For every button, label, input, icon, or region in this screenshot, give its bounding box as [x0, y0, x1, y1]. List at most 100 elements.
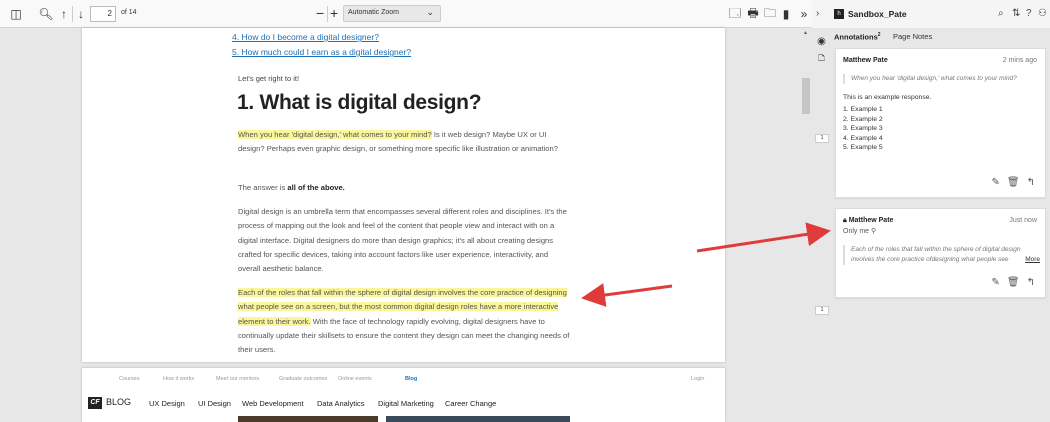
blog-image — [386, 416, 570, 422]
pdf-viewer[interactable]: 4. How do I become a digital designer? 5… — [0, 28, 812, 422]
tab-page-notes[interactable]: Page Notes — [893, 32, 932, 41]
nav-link[interactable]: How it works — [163, 376, 194, 382]
annotation-user[interactable]: Matthew Pate — [843, 57, 888, 64]
toc-item[interactable]: 4. How do I become a digital designer? — [232, 32, 379, 42]
show-highlights-icon[interactable]: ◉ — [815, 35, 828, 48]
tools-menu-icon[interactable]: » — [796, 6, 812, 22]
blog-category-bar: CF BLOG UX Design UI Design Web Developm… — [82, 395, 725, 413]
annotation-quote-text: Each of the roles that fall within the s… — [851, 246, 1021, 263]
blog-image — [238, 416, 378, 422]
scrollbar-thumb[interactable] — [802, 78, 810, 114]
annotation-list: 1. Example 1 2. Example 2 3. Example 3 4… — [843, 105, 883, 153]
visibility-label: Only me ⚲ — [843, 227, 876, 235]
zoom-out-button[interactable]: − — [316, 5, 324, 21]
annotation-tabs: Annotations2 Page Notes — [834, 28, 1050, 46]
edit-icon[interactable]: ✎ — [992, 177, 1000, 188]
annotation-body: This is an example response. — [843, 94, 932, 101]
annotation-quote: When you hear 'digital design,' what com… — [843, 74, 1040, 84]
pdf-toolbar: ◫ 🔍︎ ↑ ↓ 2 of 14 − + Automatic Zoom ⌄ 🗔 … — [0, 0, 812, 28]
sidebar-toggle-icon[interactable]: ◫ — [8, 6, 24, 22]
login-link[interactable]: Login — [691, 376, 704, 382]
annotation-timestamp[interactable]: Just now — [1009, 217, 1037, 224]
annotation-actions: ✎ 🗑 ↰ — [985, 277, 1035, 288]
lock-icon: 🔒︎ — [843, 217, 847, 224]
collapse-sidebar-icon[interactable]: › — [816, 8, 819, 19]
toc-link[interactable]: 5. How much could I earn as a digital de… — [232, 47, 411, 57]
annotation-user[interactable]: 🔒︎ Matthew Pate — [843, 217, 893, 225]
category-link[interactable]: Web Development — [242, 399, 304, 408]
annotation-card[interactable]: Matthew Pate 2 mins ago When you hear 'd… — [835, 48, 1046, 198]
page-count: of 14 — [121, 9, 137, 16]
paragraph: Digital design is an umbrella term that … — [238, 207, 567, 274]
next-page-icon[interactable]: ↓ — [73, 6, 89, 22]
annotation-user-name: Matthew Pate — [848, 217, 894, 224]
list-item: 1. Example 1 — [843, 106, 883, 113]
highlighted-text[interactable]: When you hear 'digital design,' what com… — [238, 130, 432, 139]
zoom-select[interactable]: Automatic Zoom ⌄ — [343, 5, 441, 22]
nav-link[interactable]: Meet our mentors — [216, 376, 259, 382]
presentation-mode-icon[interactable]: 🗔 — [727, 6, 743, 22]
nav-link[interactable]: Online events — [338, 376, 372, 382]
category-link[interactable]: Data Analytics — [317, 399, 365, 408]
annotation-bucket[interactable]: 1 — [815, 306, 829, 315]
paragraph: The answer is all of the above. — [238, 181, 570, 195]
search-icon[interactable]: 🔍︎ — [38, 6, 54, 22]
nav-link-blog[interactable]: Blog — [405, 376, 417, 382]
annotation-card[interactable]: 🔒︎ Matthew Pate Just now Only me ⚲ Each … — [835, 208, 1046, 298]
user-icon[interactable]: ⚇ — [1038, 8, 1047, 19]
careerfoundry-logo: CF — [88, 397, 102, 409]
group-logo: h — [834, 9, 844, 19]
bookmark-icon[interactable]: ▮ — [778, 6, 794, 22]
list-item: 5. Example 5 — [843, 144, 883, 151]
list-item: 3. Example 3 — [843, 125, 883, 132]
paragraph: When you hear 'digital design,' what com… — [238, 128, 570, 157]
zoom-in-button[interactable]: + — [330, 5, 338, 21]
pdf-page: Courses How it works Meet our mentors Gr… — [82, 368, 725, 422]
annotation-side-toolbar — [812, 28, 834, 422]
group-name[interactable]: Sandbox_Pate — [848, 9, 907, 19]
intro-text: Let's get right to it! — [238, 74, 300, 83]
sort-icon[interactable]: ⇅ — [1012, 8, 1020, 19]
blog-label: BLOG — [106, 397, 132, 407]
reply-icon[interactable]: ↰ — [1027, 177, 1035, 188]
delete-icon[interactable]: 🗑 — [1007, 277, 1020, 288]
toc-link[interactable]: 4. How do I become a digital designer? — [232, 32, 379, 42]
nav-link[interactable]: Courses — [119, 376, 139, 382]
search-icon[interactable]: ⌕ — [998, 8, 1004, 19]
delete-icon[interactable]: 🗑 — [1007, 177, 1020, 188]
print-icon[interactable]: 🖶 — [745, 6, 761, 22]
category-link[interactable]: Career Change — [445, 399, 496, 408]
save-icon[interactable]: 🗀 — [762, 6, 778, 22]
category-link[interactable]: UI Design — [198, 399, 231, 408]
edit-icon[interactable]: ✎ — [992, 277, 1000, 288]
annotation-actions: ✎ 🗑 ↰ — [985, 177, 1035, 188]
tab-count: 2 — [877, 32, 881, 38]
annotation-quote: Each of the roles that fall within the s… — [843, 245, 1040, 265]
visibility-text: Only me — [843, 228, 870, 235]
reply-icon[interactable]: ↰ — [1027, 277, 1035, 288]
zoom-value: Automatic Zoom — [348, 9, 399, 16]
tab-annotations[interactable]: Annotations2 — [834, 32, 881, 42]
annotation-timestamp[interactable]: 2 mins ago — [1003, 57, 1037, 64]
toolbar-divider — [327, 6, 328, 22]
page-number-input[interactable]: 2 — [90, 6, 116, 22]
nav-link[interactable]: Graduate outcomes — [279, 376, 327, 382]
previous-page-icon[interactable]: ↑ — [56, 6, 72, 22]
tab-label: Annotations — [834, 32, 878, 42]
annotation-bucket[interactable]: 1 — [815, 134, 829, 143]
toc-item[interactable]: 5. How much could I earn as a digital de… — [232, 47, 411, 57]
new-page-note-icon[interactable]: 🗅 — [815, 53, 828, 66]
category-link[interactable]: Digital Marketing — [378, 399, 434, 408]
more-link[interactable]: More — [1023, 255, 1040, 265]
category-link[interactable]: UX Design — [149, 399, 185, 408]
list-item: 4. Example 4 — [843, 134, 883, 142]
chevron-down-icon: ⌄ — [426, 7, 434, 17]
paragraph-text: The answer is — [238, 183, 288, 192]
paragraph: Each of the roles that fall within the s… — [238, 286, 570, 357]
bold-text: all of the above. — [287, 183, 345, 192]
person-icon: ⚲ — [871, 228, 877, 235]
scroll-up-icon[interactable]: ▲ — [803, 30, 808, 36]
help-icon[interactable]: ? — [1026, 8, 1032, 19]
site-nav: Courses How it works Meet our mentors Gr… — [82, 376, 725, 386]
pdf-page: 4. How do I become a digital designer? 5… — [82, 28, 725, 362]
